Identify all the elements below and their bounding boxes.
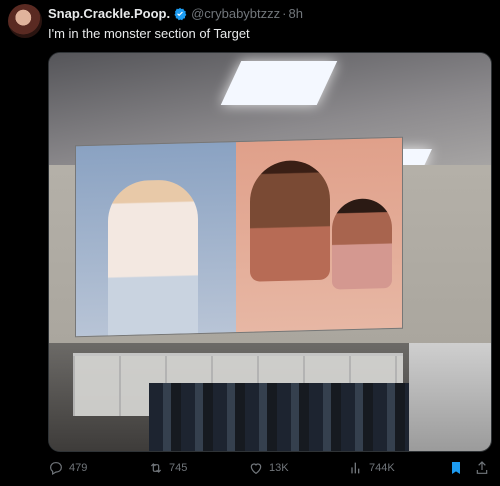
- reply-count: 479: [69, 462, 88, 474]
- photo-billboard: [75, 136, 403, 338]
- display-name[interactable]: Snap.Crackle.Poop.: [48, 6, 170, 21]
- handle[interactable]: @crybabybtzzz: [191, 6, 280, 21]
- photo-display-rack: [409, 343, 491, 451]
- retweet-count: 745: [169, 462, 188, 474]
- share-icon: [476, 461, 488, 474]
- billboard-panel: [76, 142, 236, 337]
- timestamp[interactable]: 8h: [289, 6, 303, 21]
- bookmark-icon: [452, 462, 460, 474]
- like-count: 13K: [269, 462, 289, 474]
- reply-button[interactable]: 479: [48, 460, 87, 476]
- model-figure: [108, 179, 198, 336]
- tweet-photo[interactable]: [48, 52, 492, 452]
- like-button[interactable]: 13K: [248, 460, 289, 476]
- model-figure: [332, 197, 392, 290]
- reply-icon: [50, 462, 62, 476]
- bookmark-button[interactable]: [448, 460, 469, 476]
- model-figure: [250, 159, 330, 282]
- views-count: 744K: [369, 462, 395, 474]
- ceiling-light: [220, 61, 338, 105]
- share-button[interactable]: [474, 460, 495, 476]
- retweet-icon: [150, 463, 162, 473]
- retweet-button[interactable]: 745: [148, 460, 187, 476]
- photo-clothing-rack: [149, 383, 409, 451]
- tweet-header: Snap.Crackle.Poop. @crybabybtzzz · 8h: [48, 6, 303, 21]
- billboard-panel: [236, 137, 402, 333]
- heart-icon: [250, 463, 262, 475]
- views-button[interactable]: 744K: [348, 460, 395, 476]
- avatar[interactable]: [8, 4, 42, 38]
- separator: ·: [282, 6, 287, 21]
- verified-badge-icon: [174, 7, 187, 20]
- views-icon: [351, 462, 360, 474]
- action-bar: 479 745 13K 744K: [48, 460, 490, 478]
- tweet-text: I'm in the monster section of Target: [48, 26, 250, 41]
